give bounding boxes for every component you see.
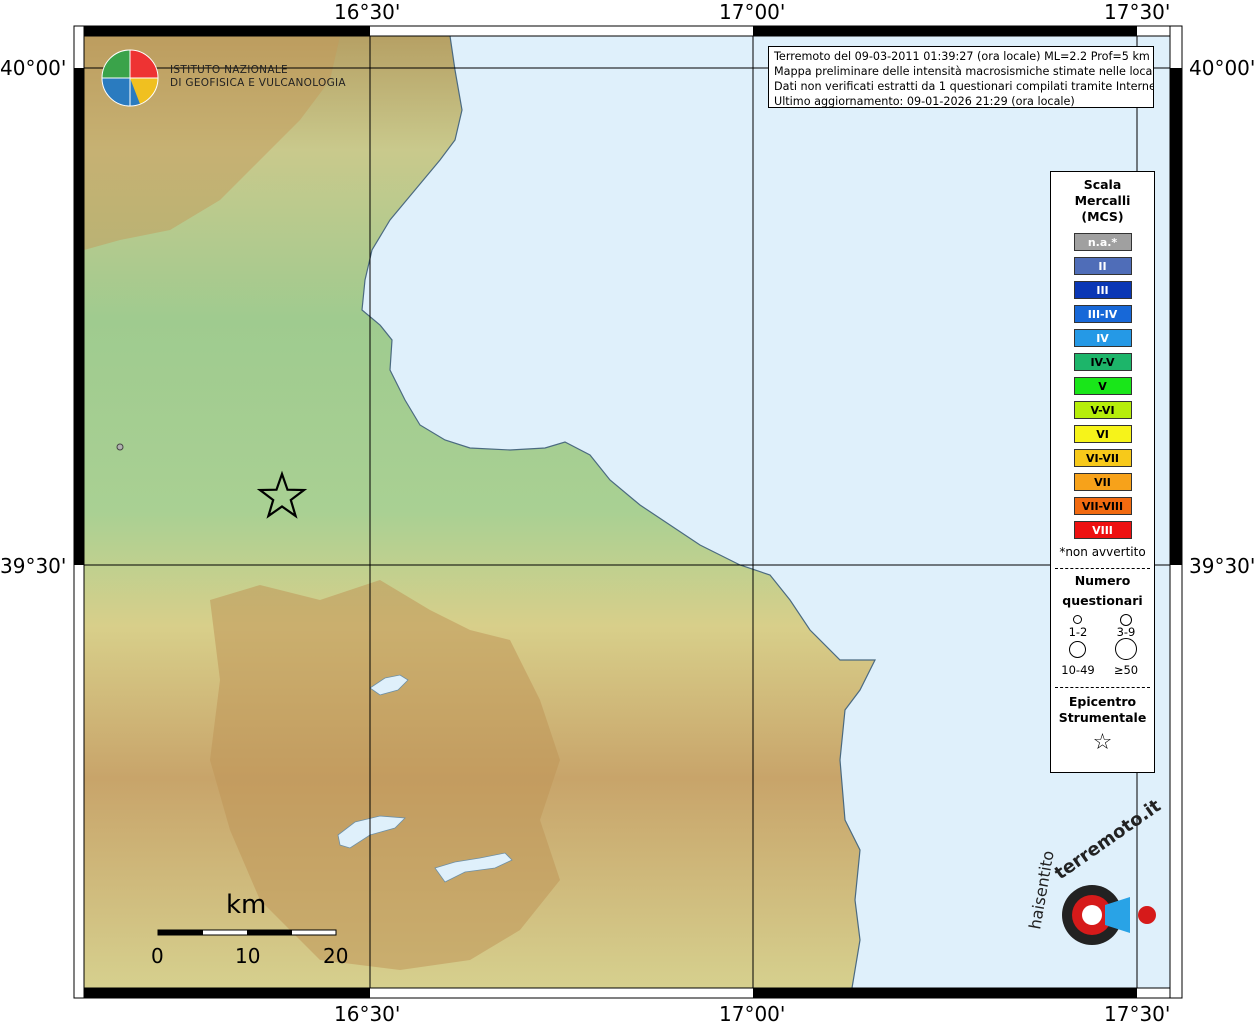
institute-name: ISTITUTO NAZIONALE DI GEOFISICA E VULCAN…	[170, 64, 346, 90]
institute-line: ISTITUTO NAZIONALE	[170, 64, 288, 76]
count-title-line: Numero	[1074, 573, 1131, 588]
intensity-swatch: n.a.*	[1073, 233, 1132, 251]
left-lat-label: 39°30'	[0, 554, 67, 578]
scale-bar-tick: 10	[235, 944, 261, 968]
institute-line: DI GEOFISICA E VULCANOLOGIA	[170, 77, 346, 89]
event-info-line: Dati non verificati estratti da 1 questi…	[774, 80, 1154, 93]
intensity-swatch: V-VI	[1073, 401, 1132, 419]
ingv-logo-icon	[101, 49, 159, 107]
intensity-swatch: II	[1073, 257, 1132, 275]
legend-divider	[1055, 687, 1150, 688]
count-label: ≥50	[1113, 663, 1139, 677]
intensity-swatch: IV-V	[1073, 353, 1132, 371]
count-label: 10-49	[1061, 663, 1095, 677]
top-lon-label: 16°30'	[334, 0, 401, 24]
legend-title-line: Scala	[1083, 177, 1122, 192]
count-circle-xlarge	[1115, 638, 1137, 660]
intensity-swatch: III	[1073, 281, 1132, 299]
questionnaire-marker[interactable]	[116, 443, 124, 451]
event-info-line: Mappa preliminare delle intensità macros…	[774, 65, 1154, 78]
right-lat-label: 39°30'	[1189, 554, 1255, 578]
epicenter-title-line: Epicentro	[1068, 694, 1137, 709]
intensity-swatch: V	[1073, 377, 1132, 395]
event-info-line: Terremoto del 09-03-2011 01:39:27 (ora l…	[774, 50, 1150, 63]
count-title: Numero questionari	[1051, 571, 1154, 611]
epicenter-title-line: Strumentale	[1058, 710, 1147, 725]
intensity-swatch: VII	[1073, 473, 1132, 491]
intensity-scale-list: n.a.* II III III-IV IV IV-V V V-VI VI VI-VII VII VI…	[1051, 233, 1154, 539]
intensity-swatch: VI-VII	[1073, 449, 1132, 467]
bottom-lon-label: 17°30'	[1104, 1002, 1171, 1026]
intensity-swatch: VII-VIII	[1073, 497, 1132, 515]
bottom-lon-label: 17°00'	[719, 1002, 786, 1026]
intensity-swatch: VIII	[1073, 521, 1132, 539]
count-symbols: 1-2 3-9 10-49 ≥50	[1051, 611, 1154, 685]
event-info-line: Ultimo aggiornamento: 09-01-2026 21:29 (…	[774, 95, 1075, 108]
scale-bar	[157, 929, 337, 936]
legend-panel: Scala Mercalli (MCS) n.a.* II III III-IV IV I…	[1050, 171, 1155, 773]
intensity-swatch: IV	[1073, 329, 1132, 347]
scale-bar-unit: km	[226, 890, 267, 920]
count-circle-small	[1073, 615, 1082, 624]
legend-title-line: Mercalli	[1074, 193, 1131, 208]
count-circle-large	[1069, 641, 1086, 658]
count-label: 3-9	[1116, 625, 1136, 639]
right-lat-label: 40°00'	[1189, 56, 1255, 80]
legend-title-line: (MCS)	[1081, 209, 1124, 224]
bottom-lon-label: 16°30'	[334, 1002, 401, 1026]
epicenter-legend-star-icon: ☆	[1092, 730, 1113, 755]
scale-bar-tick: 0	[151, 944, 164, 968]
left-lat-label: 40°00'	[0, 56, 67, 80]
epicenter-title: Epicentro Strumentale	[1051, 694, 1154, 726]
count-label: 1-2	[1068, 625, 1088, 639]
top-lon-label: 17°00'	[719, 0, 786, 24]
legend-divider	[1055, 568, 1150, 569]
intensity-swatch: VI	[1073, 425, 1132, 443]
event-info-box: Terremoto del 09-03-2011 01:39:27 (ora l…	[768, 46, 1154, 108]
scale-bar-tick: 20	[323, 944, 349, 968]
legend-title: Scala Mercalli (MCS)	[1051, 177, 1154, 225]
legend-note: *non avvertito	[1059, 545, 1146, 559]
intensity-swatch: III-IV	[1073, 305, 1132, 323]
top-lon-label: 17°30'	[1104, 0, 1171, 24]
count-title-line: questionari	[1062, 593, 1143, 608]
